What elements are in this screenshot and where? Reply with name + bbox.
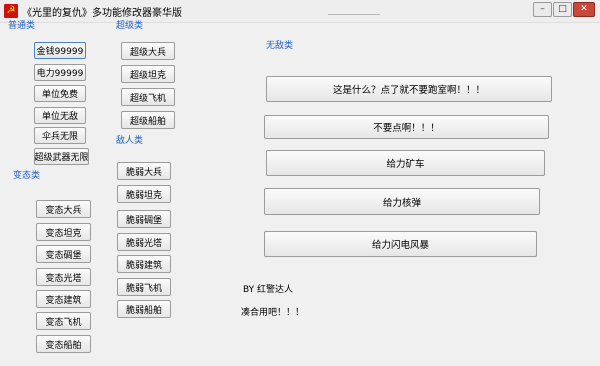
- weak-soldier-button[interactable]: 脆弱大兵: [117, 162, 171, 180]
- mutant-aircraft-button[interactable]: 变态飞机: [36, 312, 91, 330]
- power-nuke-button[interactable]: 给力核弹: [264, 188, 540, 215]
- weak-tank-button[interactable]: 脆弱坦克: [117, 185, 171, 203]
- mystery-button[interactable]: 这是什么？点了就不要跑室啊！！！: [266, 76, 552, 102]
- super-soldier-button[interactable]: 超级大兵: [121, 42, 175, 60]
- footer-note: 凑合用吧！！！: [241, 308, 305, 318]
- unlimited-paratroopers-button[interactable]: 伞兵无限: [34, 127, 86, 144]
- mutant-building-button[interactable]: 变态建筑: [36, 290, 91, 308]
- maximize-button[interactable]: □: [553, 2, 572, 17]
- section-enemy: 敌人类: [116, 136, 144, 146]
- money-99999-button[interactable]: 金钱99999: [34, 42, 86, 59]
- app-icon: ☭: [4, 4, 18, 18]
- section-mutant: 变态类: [13, 171, 41, 181]
- super-aircraft-button[interactable]: 超级飞机: [121, 88, 175, 106]
- invincible-units-button[interactable]: 单位无敌: [34, 107, 86, 124]
- power-lightning-storm-button[interactable]: 给力闪电风暴: [264, 231, 537, 257]
- title-divider: [328, 14, 380, 19]
- mutant-ship-button[interactable]: 变态船舶: [36, 335, 91, 353]
- section-normal: 普通类: [8, 21, 36, 31]
- weak-bunker-button[interactable]: 脆弱碉堡: [117, 210, 171, 228]
- power-99999-button[interactable]: 电力99999: [34, 64, 86, 81]
- weak-aircraft-button[interactable]: 脆弱飞机: [117, 278, 171, 296]
- super-tank-button[interactable]: 超级坦克: [121, 65, 175, 83]
- section-super: 超级类: [116, 21, 144, 31]
- minimize-button[interactable]: –: [533, 2, 552, 17]
- mutant-prism-tower-button[interactable]: 变态光塔: [36, 268, 91, 286]
- close-button[interactable]: ✕: [573, 2, 595, 17]
- mutant-tank-button[interactable]: 变态坦克: [36, 223, 91, 241]
- weak-ship-button[interactable]: 脆弱船舶: [117, 300, 171, 318]
- mutant-bunker-button[interactable]: 变态碉堡: [36, 245, 91, 263]
- window-title: 《光里的复仇》多功能修改器豪华版: [22, 8, 182, 19]
- mutant-soldier-button[interactable]: 变态大兵: [36, 200, 91, 218]
- weak-building-button[interactable]: 脆弱建筑: [117, 255, 171, 273]
- power-harvester-button[interactable]: 给力矿车: [266, 150, 545, 176]
- section-invincible: 无敌类: [266, 41, 294, 51]
- unlimited-superweapon-button[interactable]: 超级武器无限: [34, 148, 89, 165]
- dont-click-button[interactable]: 不要点啊！！！: [264, 115, 549, 139]
- weak-prism-tower-button[interactable]: 脆弱光塔: [117, 233, 171, 251]
- title-bar: ☭ 《光里的复仇》多功能修改器豪华版 – □ ✕: [0, 0, 600, 23]
- author-credit: BY 红警达人: [243, 285, 294, 295]
- free-units-button[interactable]: 单位免费: [34, 85, 86, 102]
- super-ship-button[interactable]: 超级船舶: [121, 111, 175, 129]
